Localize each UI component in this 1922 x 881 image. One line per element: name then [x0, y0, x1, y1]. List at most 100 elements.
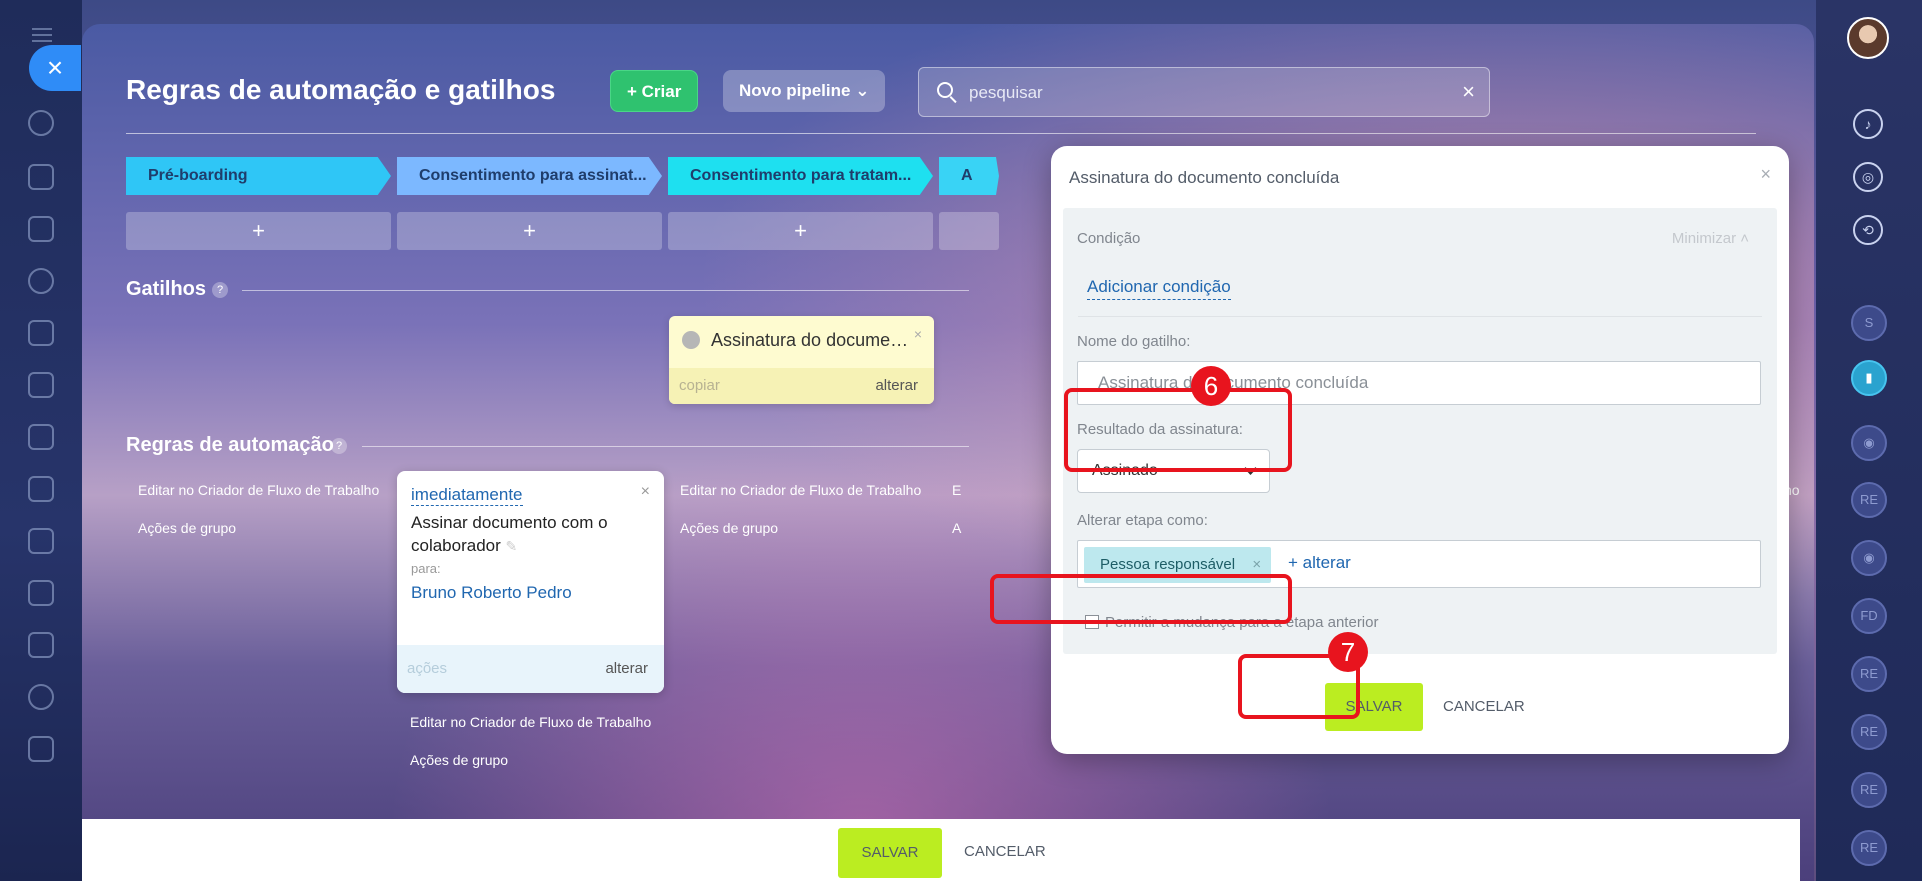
target-icon[interactable]: ◎	[1853, 162, 1883, 192]
chevron-down-icon	[1244, 462, 1257, 475]
add-trigger-button[interactable]: +	[668, 212, 933, 250]
delay-link[interactable]: imediatamente	[411, 485, 523, 506]
edit-in-designer-link[interactable]: Editar no Criador de Fluxo de Trabalho	[680, 482, 921, 498]
box-icon[interactable]	[28, 476, 54, 502]
document-icon[interactable]	[28, 736, 54, 762]
edit-in-designer-link-partial[interactable]: E	[952, 482, 961, 498]
contact-avatar[interactable]: FD	[1851, 598, 1887, 634]
close-icon[interactable]: ×	[1760, 164, 1771, 185]
contact-avatar[interactable]: S	[1851, 305, 1887, 341]
robot-card[interactable]: imediatamente × Assinar documento com o …	[397, 471, 664, 693]
edit-in-designer-link[interactable]: Editar no Criador de Fluxo de Trabalho	[138, 482, 379, 498]
contact-avatar[interactable]: RE	[1851, 714, 1887, 750]
tasks-icon[interactable]	[28, 164, 54, 190]
responsible-tag[interactable]: Pessoa responsável ×	[1084, 547, 1272, 583]
trigger-title: Assinatura do documen...	[711, 330, 911, 350]
trigger-card-footer: copiar alterar	[669, 368, 934, 404]
dialog-cancel-button[interactable]: CANCELAR	[1443, 698, 1525, 715]
left-sidebar: ×	[0, 0, 82, 881]
assignee-name[interactable]: Bruno Roberto Pedro	[411, 583, 572, 603]
menu-icon[interactable]	[32, 28, 52, 42]
edit-in-designer-link[interactable]: Editar no Criador de Fluxo de Trabalho	[410, 714, 651, 730]
automation-slider: Regras de automação e gatilhos + Criar N…	[82, 24, 1814, 881]
step-marker-6: 6	[1191, 366, 1231, 406]
stage-consent-processing[interactable]: Consentimento para tratam...	[668, 157, 933, 195]
assignee-label: para:	[411, 561, 441, 576]
contact-avatar[interactable]: RE	[1851, 656, 1887, 692]
responsible-selector[interactable]: Pessoa responsável × + alterar	[1077, 540, 1761, 588]
target-icon[interactable]	[28, 268, 54, 294]
change-responsible-link[interactable]: + alterar	[1288, 553, 1351, 573]
actions-link[interactable]: ações	[407, 660, 447, 677]
robot-icon[interactable]	[28, 424, 54, 450]
pencil-icon[interactable]: ✎	[506, 538, 518, 554]
signature-result-select[interactable]: Assinado	[1077, 449, 1270, 493]
dialog-save-button[interactable]: SALVAR	[1325, 683, 1423, 731]
bookmark-icon[interactable]: ▮	[1851, 360, 1887, 396]
cancel-button[interactable]: CANCELAR	[964, 843, 1046, 860]
robot-title: Assinar documento com o colaborador ✎	[411, 513, 608, 555]
robot-card-footer: ações alterar	[397, 645, 664, 693]
filter-icon[interactable]	[28, 216, 54, 242]
signature-icon	[682, 331, 700, 349]
allow-previous-checkbox[interactable]	[1085, 615, 1099, 629]
change-stage-label: Alterar etapa como:	[1077, 512, 1208, 529]
card-icon[interactable]	[28, 372, 54, 398]
contact-avatar[interactable]: RE	[1851, 772, 1887, 808]
edit-link[interactable]: alterar	[605, 660, 648, 677]
search-icon	[937, 82, 953, 98]
cart-icon[interactable]	[28, 320, 54, 346]
add-trigger-button[interactable]: +	[126, 212, 391, 250]
help-icon[interactable]: ?	[331, 438, 347, 454]
stage-pre-boarding[interactable]: Pré-boarding	[126, 157, 391, 195]
search-input[interactable]	[969, 78, 1439, 108]
signature-result-label: Resultado da assinatura:	[1077, 421, 1243, 438]
close-icon: ×	[46, 52, 64, 83]
right-sidebar: ♪ ◎ ⟲ S ▮ ◉ RE ◉ FD RE RE RE RE	[1816, 0, 1922, 881]
plus-icon: +	[627, 82, 642, 101]
remove-icon[interactable]: ×	[1252, 547, 1261, 583]
edit-link[interactable]: alterar	[875, 377, 918, 394]
trigger-name-input[interactable]: Assinatura do documento concluída	[1077, 361, 1761, 405]
building-icon[interactable]	[28, 528, 54, 554]
chat-icon[interactable]: ◉	[1851, 540, 1887, 576]
bell-icon[interactable]: ♪	[1853, 109, 1883, 139]
triggers-heading: Gatilhos	[126, 278, 207, 300]
flow-icon[interactable]	[28, 110, 54, 136]
new-pipeline-button[interactable]: Novo pipeline ⌄	[723, 70, 886, 112]
user-avatar[interactable]	[1847, 17, 1889, 59]
divider	[362, 446, 969, 447]
group-actions-link[interactable]: Ações de grupo	[138, 520, 236, 536]
contact-avatar[interactable]: RE	[1851, 482, 1887, 518]
trigger-card[interactable]: Assinatura do documen... × copiar altera…	[669, 316, 934, 404]
search-box[interactable]: ×	[918, 67, 1490, 117]
clear-icon[interactable]: ×	[1462, 79, 1475, 105]
help-icon[interactable]: ?	[212, 282, 228, 298]
save-button[interactable]: SALVAR	[838, 828, 942, 878]
chat-icon[interactable]: ◉	[1851, 425, 1887, 461]
bottom-action-bar: SALVAR CANCELAR	[82, 819, 1800, 881]
stage-partial[interactable]: A	[939, 157, 999, 195]
stage-consent-signature[interactable]: Consentimento para assinat...	[397, 157, 662, 195]
group-actions-link[interactable]: Ações de grupo	[680, 520, 778, 536]
copy-link[interactable]: copiar	[679, 377, 720, 394]
close-icon[interactable]: ×	[641, 483, 650, 501]
group-actions-link-partial[interactable]: A	[952, 520, 961, 536]
gear-icon[interactable]	[28, 684, 54, 710]
add-trigger-button[interactable]	[939, 212, 999, 250]
add-condition-link[interactable]: Adicionar condição	[1087, 277, 1231, 300]
minimize-toggle[interactable]: Minimizar ˄	[1672, 230, 1749, 247]
allow-previous-stage-option[interactable]: Permitir a mudança para a etapa anterior	[1085, 614, 1378, 631]
sync-icon[interactable]: ⟲	[1853, 215, 1883, 245]
close-slider-button[interactable]: ×	[29, 45, 81, 91]
chart-icon[interactable]	[28, 632, 54, 658]
create-button[interactable]: + Criar	[610, 70, 699, 112]
contact-avatar[interactable]: RE	[1851, 830, 1887, 866]
condition-label: Condição	[1077, 230, 1141, 247]
chevron-down-icon: ⌄	[855, 81, 870, 100]
calendar-icon[interactable]	[28, 580, 54, 606]
add-trigger-button[interactable]: +	[397, 212, 662, 250]
divider	[1078, 316, 1762, 317]
group-actions-link[interactable]: Ações de grupo	[410, 752, 508, 768]
close-icon[interactable]: ×	[914, 326, 922, 342]
